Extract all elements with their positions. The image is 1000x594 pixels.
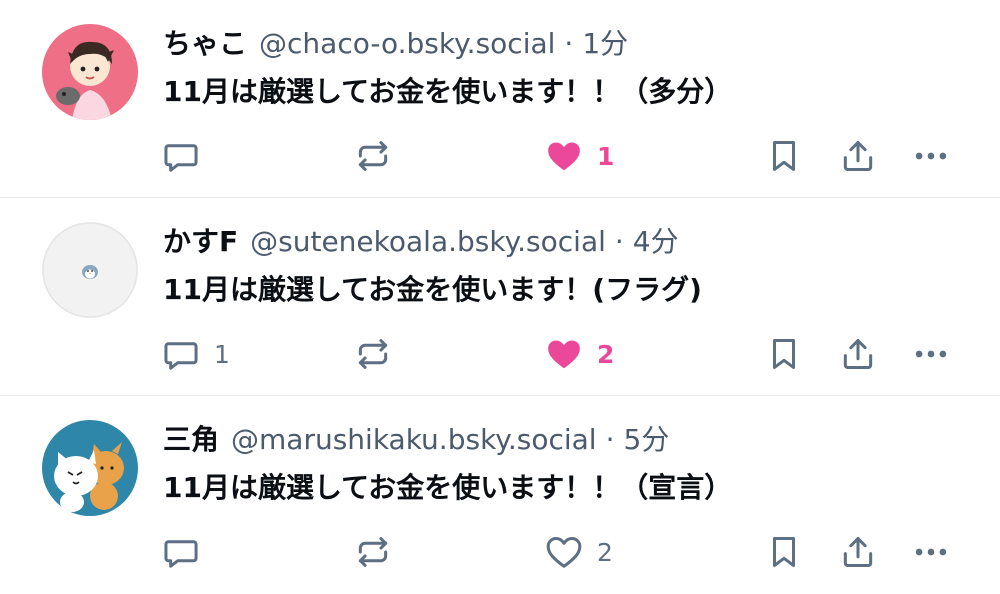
bookmark-icon (772, 339, 796, 369)
post-header: ちゃこ @chaco-o.bsky.social · 1分 (163, 22, 628, 66)
author-name[interactable]: かすF (163, 220, 238, 264)
post-text: 11月は厳選してお金を使います！！（多分） (163, 75, 733, 108)
repost-button[interactable] (354, 130, 392, 182)
like-count: 2 (597, 537, 613, 567)
more-dots-icon (915, 350, 947, 358)
feed: ちゃこ @chaco-o.bsky.social · 1分 11月は厳選してお金… (0, 0, 1000, 594)
post[interactable]: ちゃこ @chaco-o.bsky.social · 1分 11月は厳選してお金… (0, 0, 1000, 198)
post-time[interactable]: 1分 (582, 22, 628, 66)
reply-button[interactable] (162, 130, 214, 182)
avatar-chaco-icon (42, 24, 138, 120)
avatar[interactable] (42, 420, 138, 516)
post-header: かすF @sutenekoala.bsky.social · 4分 (163, 220, 679, 264)
repost-icon (358, 537, 388, 567)
avatar-penguin-icon (42, 222, 138, 318)
reply-icon (164, 144, 198, 172)
like-count: 2 (597, 339, 615, 369)
separator: · (614, 225, 624, 258)
bookmark-button[interactable] (765, 328, 803, 380)
post-actions: 1 2 (0, 328, 1000, 380)
more-options-button[interactable] (912, 526, 950, 578)
heart-filled-icon (548, 340, 580, 369)
like-button[interactable]: 2 (545, 526, 613, 578)
share-button[interactable] (839, 526, 877, 578)
post[interactable]: 三角 @marushikaku.bsky.social · 5分 11月は厳選し… (0, 396, 1000, 594)
post-actions: 2 (0, 526, 1000, 578)
heart-outline-icon (546, 537, 582, 568)
bookmark-button[interactable] (765, 526, 803, 578)
author-name[interactable]: ちゃこ (163, 22, 247, 66)
separator: · (564, 27, 574, 60)
avatar[interactable] (42, 24, 138, 120)
avatar[interactable] (42, 222, 138, 318)
author-name[interactable]: 三角 (163, 418, 219, 462)
more-dots-icon (915, 152, 947, 160)
like-button[interactable]: 2 (545, 328, 614, 380)
reply-button[interactable]: 1 (162, 328, 230, 380)
share-icon (843, 141, 873, 171)
bookmark-button[interactable] (765, 130, 803, 182)
author-handle[interactable]: @sutenekoala.bsky.social (250, 220, 606, 264)
post-time[interactable]: 5分 (624, 418, 670, 462)
more-options-button[interactable] (912, 328, 950, 380)
share-icon (843, 537, 873, 567)
share-icon (843, 339, 873, 369)
author-handle[interactable]: @marushikaku.bsky.social (231, 418, 597, 462)
post[interactable]: かすF @sutenekoala.bsky.social · 4分 11月は厳選… (0, 198, 1000, 396)
author-handle[interactable]: @chaco-o.bsky.social (259, 22, 555, 66)
reply-button[interactable] (162, 526, 214, 578)
share-button[interactable] (839, 130, 877, 182)
reply-icon (164, 342, 198, 370)
like-count: 1 (597, 141, 615, 171)
bookmark-icon (772, 141, 796, 171)
like-button[interactable]: 1 (545, 130, 614, 182)
more-dots-icon (915, 548, 947, 556)
separator: · (605, 423, 615, 456)
post-text: 11月は厳選してお金を使います！！（宣言） (163, 471, 733, 504)
repost-button[interactable] (354, 328, 392, 380)
share-button[interactable] (839, 328, 877, 380)
post-actions: 1 (0, 130, 1000, 182)
repost-icon (358, 339, 388, 369)
post-header: 三角 @marushikaku.bsky.social · 5分 (163, 418, 669, 462)
bookmark-icon (772, 537, 796, 567)
heart-filled-icon (548, 142, 580, 171)
avatar-cats-icon (42, 420, 138, 516)
reply-count: 1 (214, 339, 230, 369)
repost-icon (358, 141, 388, 171)
post-text: 11月は厳選してお金を使います！(フラグ) (163, 273, 702, 306)
more-options-button[interactable] (912, 130, 950, 182)
reply-icon (164, 540, 198, 568)
post-time[interactable]: 4分 (633, 220, 679, 264)
repost-button[interactable] (354, 526, 392, 578)
